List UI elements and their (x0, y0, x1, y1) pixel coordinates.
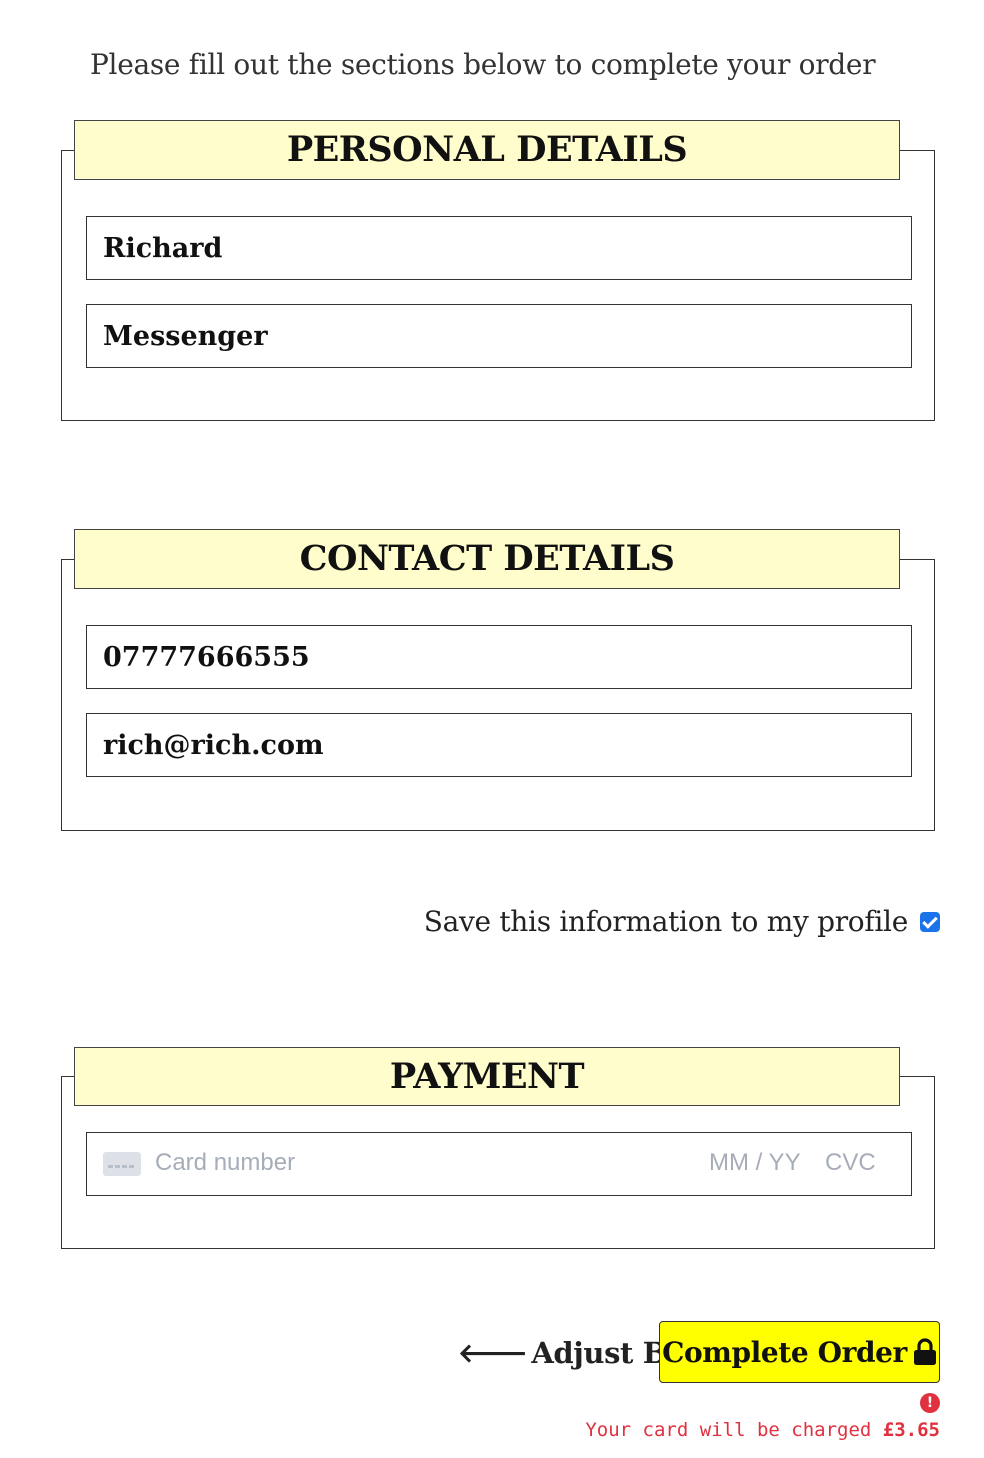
card-expiry-placeholder[interactable]: MM / YY (709, 1149, 801, 1177)
contact-details-legend: CONTACT DETAILS (74, 529, 900, 589)
save-profile-row: Save this information to my profile (424, 905, 940, 938)
card-cvc-placeholder[interactable]: CVC (825, 1149, 876, 1177)
save-profile-label: Save this information to my profile (423, 905, 909, 938)
email-input[interactable] (86, 713, 912, 777)
personal-details-section: PERSONAL DETAILS (61, 120, 935, 421)
lock-icon (913, 1338, 937, 1366)
first-name-input[interactable] (86, 216, 912, 280)
intro-text: Please fill out the sections below to co… (90, 48, 876, 81)
payment-legend: PAYMENT (74, 1047, 900, 1106)
payment-section: PAYMENT Card number MM / YY CVC (61, 1047, 935, 1249)
arrow-left-icon: 🡐 (458, 1338, 528, 1369)
credit-card-icon (103, 1152, 141, 1176)
card-number-placeholder[interactable]: Card number (155, 1149, 295, 1177)
last-name-input[interactable] (86, 304, 912, 368)
contact-details-section: CONTACT DETAILS (61, 529, 935, 831)
personal-details-legend: PERSONAL DETAILS (74, 120, 900, 180)
save-profile-checkbox[interactable] (920, 911, 940, 932)
card-input[interactable]: Card number MM / YY CVC (86, 1132, 912, 1196)
phone-input[interactable] (86, 625, 912, 689)
complete-order-button[interactable]: Complete Order (659, 1321, 940, 1383)
charge-amount: £3.65 (882, 1419, 940, 1441)
alert-icon: ! (920, 1393, 940, 1413)
charge-message: Your card will be charged £3.65 (585, 1419, 940, 1441)
charge-message-text: Your card will be charged (585, 1419, 872, 1441)
complete-order-label: Complete Order (662, 1335, 907, 1369)
